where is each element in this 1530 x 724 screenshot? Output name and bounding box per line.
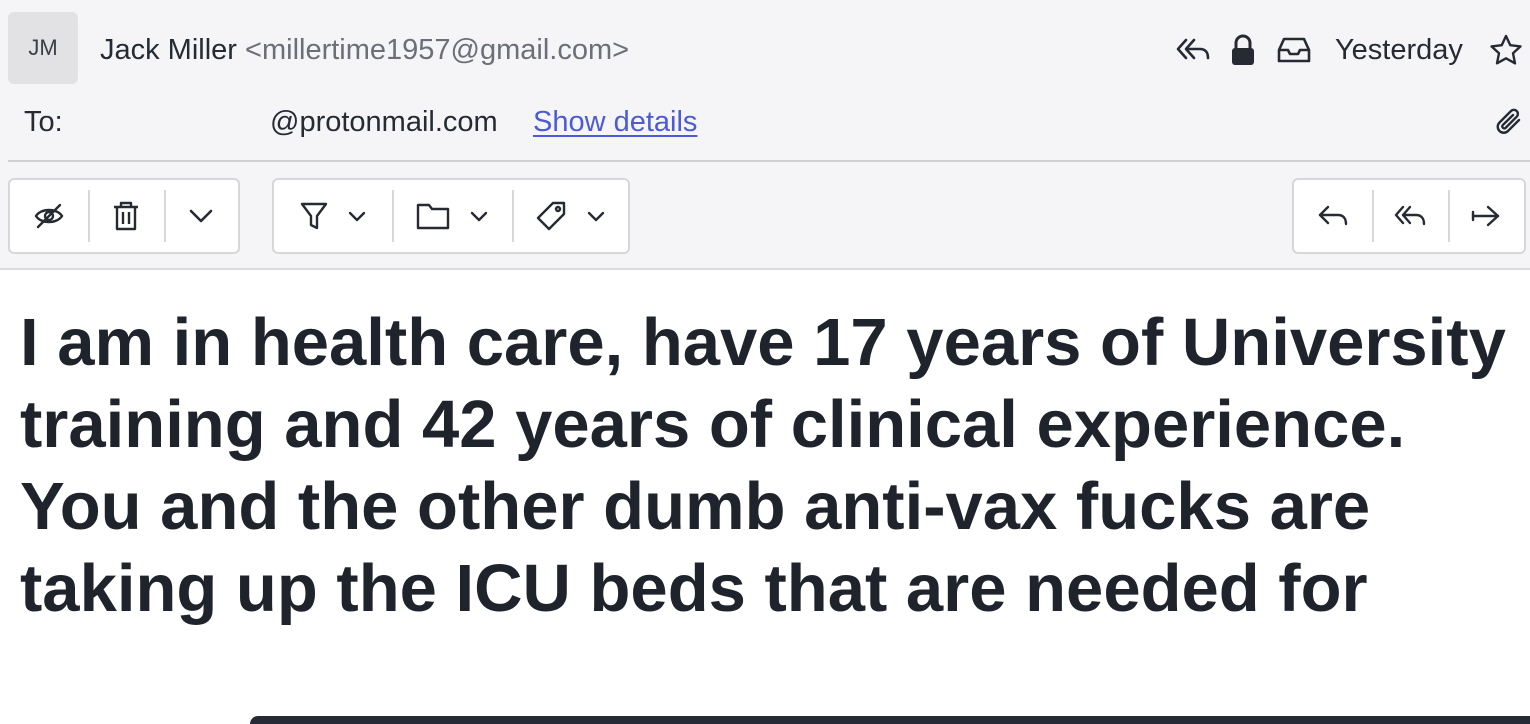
message-paragraph: I am in health care, have 17 years of Un… (20, 305, 1506, 462)
tag-icon (536, 201, 566, 231)
reply-all-icon (1394, 205, 1426, 226)
to-label: To: (24, 106, 63, 138)
reply-icon (1318, 205, 1348, 226)
mark-unread-button[interactable] (10, 180, 88, 252)
chevron-down-icon (189, 209, 213, 223)
reply-button[interactable] (1294, 180, 1372, 252)
avatar[interactable]: JM (8, 12, 78, 84)
message-date: Yesterday (1335, 34, 1463, 66)
forward-icon (1471, 205, 1500, 227)
sender[interactable]: Jack Miller <millertime1957@gmail.com> (100, 30, 629, 70)
reply-all-button[interactable] (1372, 180, 1448, 252)
message-body: I am in health care, have 17 years of Un… (20, 302, 1520, 630)
sender-email[interactable]: <millertime1957@gmail.com> (245, 34, 629, 66)
move-to-folder-button[interactable] (392, 180, 512, 252)
message-actions-group (8, 178, 240, 254)
filter-button[interactable] (274, 180, 392, 252)
forward-button[interactable] (1448, 180, 1524, 252)
folder-icon (416, 203, 450, 230)
show-details-link[interactable]: Show details (533, 102, 697, 142)
inbox-icon (1276, 30, 1312, 70)
eye-slash-icon (34, 203, 64, 229)
message-header: JM Jack Miller <millertime1957@gmail.com… (0, 0, 1530, 270)
more-actions-button[interactable] (164, 180, 238, 252)
header-divider (8, 160, 1530, 162)
delete-button[interactable] (88, 180, 164, 252)
filter-icon (300, 202, 328, 230)
recipient-address[interactable]: @protonmail.com (270, 102, 498, 142)
organize-group (272, 178, 630, 254)
sender-name[interactable]: Jack Miller (100, 34, 237, 66)
chevron-down-icon (348, 211, 366, 221)
lock-icon[interactable] (1225, 30, 1261, 70)
replied-all-icon (1175, 30, 1211, 70)
chevron-down-icon (470, 211, 488, 221)
trash-icon (114, 201, 138, 231)
paperclip-icon[interactable] (1492, 102, 1528, 142)
label-button[interactable] (512, 180, 628, 252)
chevron-down-icon (587, 211, 605, 221)
message-paragraph: You and the other dumb anti-vax fucks ar… (20, 469, 1371, 626)
reply-group (1292, 178, 1526, 254)
star-icon[interactable] (1488, 30, 1524, 70)
avatar-initials: JM (28, 35, 58, 60)
bottom-bar (250, 716, 1530, 724)
